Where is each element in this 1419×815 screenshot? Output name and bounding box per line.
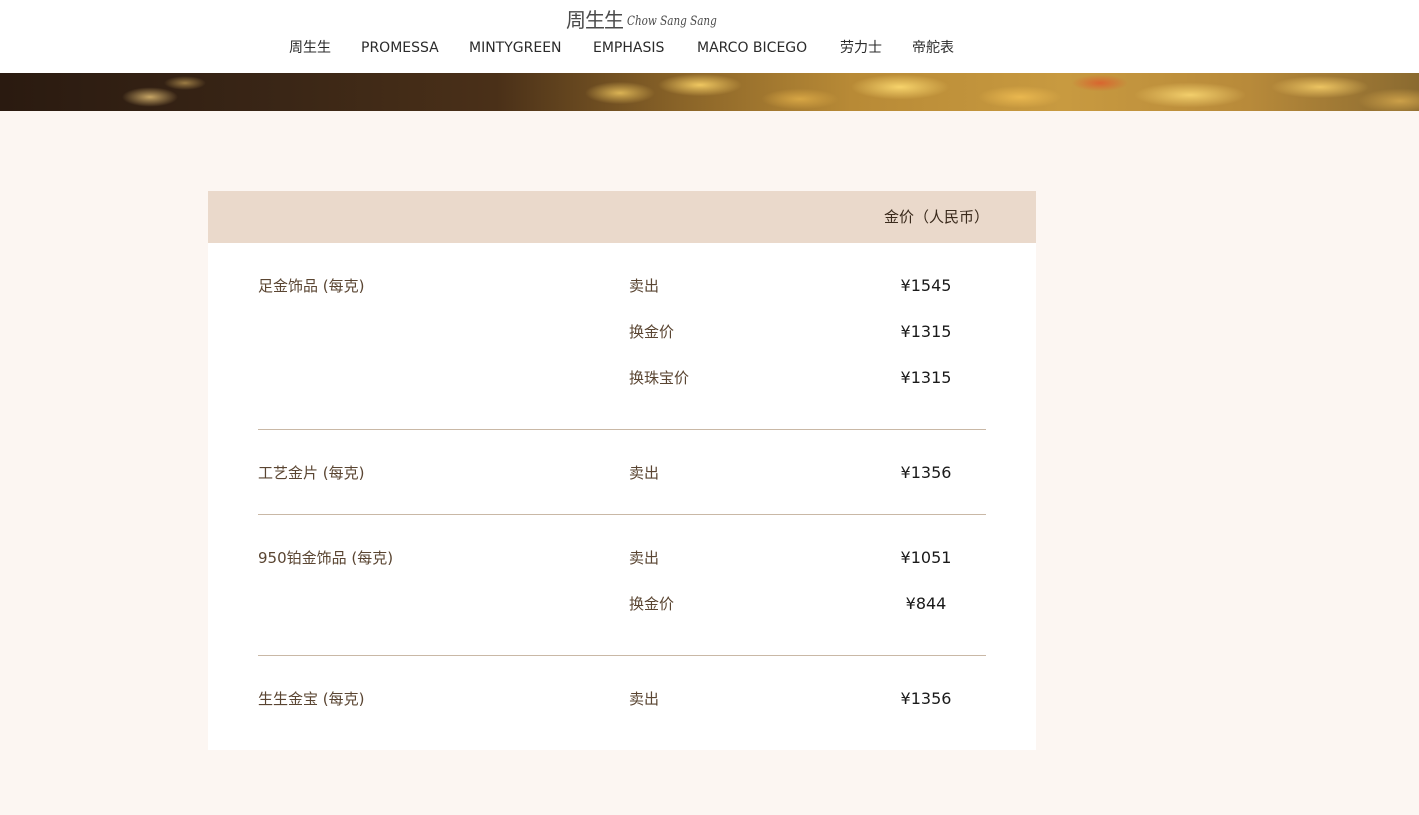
row-label: 卖出 (629, 549, 660, 567)
price-column-heading: 金价（人民币） (884, 208, 990, 226)
nav-item-chow-sang-sang[interactable]: 周生生 (289, 38, 331, 58)
nav-item-rolex[interactable]: 劳力士 (840, 38, 882, 58)
group-divider (258, 429, 986, 430)
row-label: 换珠宝价 (629, 369, 690, 387)
nav-item-tudor[interactable]: 帝舵表 (912, 38, 954, 58)
price-row: 卖出 ¥1051 (258, 548, 986, 568)
row-label: 卖出 (629, 690, 660, 708)
row-price: ¥1356 (900, 463, 952, 482)
price-table-header: 金价（人民币） (208, 191, 1036, 243)
nav-item-mintygreen[interactable]: MINTYGREEN (469, 38, 562, 58)
price-row: 卖出 ¥1356 (258, 463, 986, 483)
nav-item-promessa[interactable]: PROMESSA (361, 38, 439, 58)
gold-banner-image (0, 73, 1419, 111)
gold-price-panel: 金价（人民币） 足金饰品 (每克) 卖出 ¥1545 换金价 ¥1315 换珠宝… (208, 191, 1036, 750)
brand-nav: 周生生 PROMESSA MINTYGREEN EMPHASIS MARCO B… (0, 38, 1419, 58)
row-label: 换金价 (629, 595, 675, 613)
group-divider (258, 655, 986, 656)
brand-logo-en: Chow Sang Sang (627, 14, 717, 29)
price-row: 换珠宝价 ¥1315 (258, 368, 986, 388)
site-header: 周生生 Chow Sang Sang 周生生 PROMESSA MINTYGRE… (0, 0, 1419, 73)
row-label: 卖出 (629, 277, 660, 295)
price-row: 换金价 ¥1315 (258, 322, 986, 342)
row-price: ¥1051 (900, 548, 952, 567)
brand-logo[interactable]: 周生生 Chow Sang Sang (566, 4, 739, 32)
group-divider (258, 514, 986, 515)
price-row: 卖出 ¥1545 (258, 276, 986, 296)
row-price: ¥1315 (900, 368, 952, 387)
nav-item-marco-bicego[interactable]: MARCO BICEGO (697, 38, 807, 58)
row-price: ¥1315 (900, 322, 952, 341)
row-price: ¥1545 (900, 276, 952, 295)
row-label: 换金价 (629, 323, 675, 341)
row-price: ¥844 (905, 594, 947, 613)
row-label: 卖出 (629, 464, 660, 482)
price-row: 换金价 ¥844 (258, 594, 986, 614)
price-row: 卖出 ¥1356 (258, 689, 986, 709)
row-price: ¥1356 (900, 689, 952, 708)
brand-logo-cn: 周生生 (566, 8, 624, 32)
nav-item-emphasis[interactable]: EMPHASIS (593, 38, 664, 58)
